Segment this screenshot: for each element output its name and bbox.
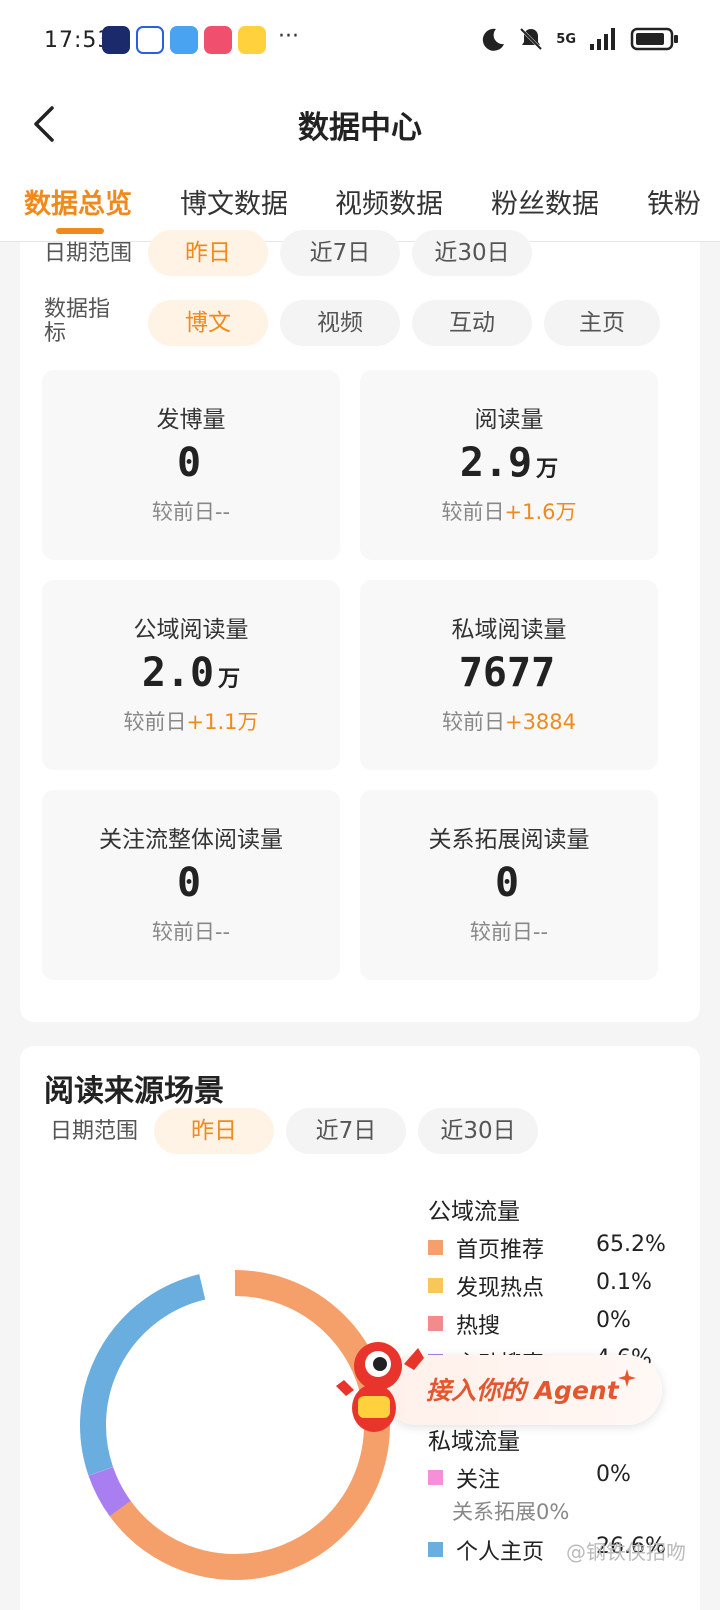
legend-swatch — [428, 1316, 443, 1331]
mute-bell-icon — [520, 27, 543, 51]
stat-compare: 较前日+3884 — [441, 710, 577, 734]
tab-video-data[interactable]: 视频数据 — [335, 182, 443, 221]
signal-icon — [590, 28, 615, 50]
stat-label: 关注流整体阅读量 — [99, 827, 283, 853]
sparkle-icon — [618, 1369, 636, 1387]
date-option-7d[interactable]: 近7日 — [280, 230, 400, 276]
stat-card-public-reads[interactable]: 公域阅读量 2.0 万 较前日+1.1万 — [42, 580, 340, 770]
baidu-icon — [136, 26, 164, 54]
relation-expand-note: 关系拓展0% — [452, 1500, 570, 1524]
section-title: 阅读来源场景 — [44, 1074, 224, 1109]
watermark: @钢铁侠招吻 — [566, 1540, 686, 1564]
stat-value: 0 — [176, 440, 202, 486]
stat-compare: 较前日-- — [469, 920, 549, 944]
legend-swatch — [428, 1470, 443, 1485]
date-range-label: 日期范围 — [44, 241, 133, 266]
nav-header: 数据中心 — [0, 84, 720, 164]
stat-label: 发博量 — [156, 407, 226, 433]
legend-item-discover-hot: 发现热点 0.1% — [428, 1270, 668, 1301]
legend-swatch — [428, 1240, 443, 1255]
date-range-label: 日期范围 — [50, 1119, 139, 1144]
mascot-icon[interactable] — [334, 1336, 430, 1436]
metric-option-interaction[interactable]: 互动 — [412, 300, 532, 346]
stat-compare: 较前日+1.1万 — [123, 710, 259, 734]
metric-option-video[interactable]: 视频 — [280, 300, 400, 346]
legend-swatch — [428, 1278, 443, 1293]
video-app-icon — [204, 26, 232, 54]
date-option-30d[interactable]: 近30日 — [418, 1108, 538, 1154]
more-notifications-icon: ··· — [278, 24, 299, 49]
stat-card-posts[interactable]: 发博量 0 较前日-- — [42, 370, 340, 560]
stat-value: 2.0 万 — [141, 650, 241, 696]
stat-value: 0 — [494, 860, 520, 906]
date-option-yesterday[interactable]: 昨日 — [154, 1108, 274, 1154]
stat-card-reads[interactable]: 阅读量 2.9 万 较前日+1.6万 — [360, 370, 658, 560]
metric-option-posts[interactable]: 博文 — [148, 300, 268, 346]
read-source-card: 阅读来源场景 日期范围 昨日 近7日 近30日 公域流量 首页推荐 65.2% 发… — [20, 1046, 700, 1610]
stat-card-follow-feed-reads[interactable]: 关注流整体阅读量 0 较前日-- — [42, 790, 340, 980]
stat-compare: 较前日-- — [151, 500, 231, 524]
stat-value: 7677 — [458, 650, 556, 696]
battery-icon — [630, 27, 678, 51]
active-tab-indicator — [56, 228, 104, 234]
stat-label: 私域阅读量 — [451, 617, 567, 643]
metric-option-homepage[interactable]: 主页 — [544, 300, 660, 346]
status-indicators: 5G — [480, 26, 680, 52]
stat-compare: 较前日-- — [151, 920, 231, 944]
stat-value: 0 — [176, 860, 202, 906]
app-notification-icon — [102, 26, 130, 54]
moon-icon — [483, 28, 505, 51]
public-traffic-title: 公域流量 — [428, 1199, 520, 1225]
stat-card-relation-reads[interactable]: 关系拓展阅读量 0 较前日-- — [360, 790, 658, 980]
legend-item-homepage-recommend: 首页推荐 65.2% — [428, 1232, 668, 1263]
date-option-30d[interactable]: 近30日 — [412, 230, 532, 276]
tab-iron-fans[interactable]: 铁粉 — [647, 182, 701, 221]
stat-label: 公域阅读量 — [133, 617, 249, 643]
stat-label: 阅读量 — [474, 407, 544, 433]
legend-swatch — [428, 1542, 443, 1557]
weibo-icon — [238, 26, 266, 54]
legend-item-follow: 关注 0% — [428, 1462, 668, 1493]
stat-value: 2.9 万 — [459, 440, 559, 486]
legend-item-hot-search: 热搜 0% — [428, 1308, 668, 1339]
tab-fans-data[interactable]: 粉丝数据 — [491, 182, 599, 221]
date-option-yesterday[interactable]: 昨日 — [148, 230, 268, 276]
tab-post-data[interactable]: 博文数据 — [180, 182, 288, 221]
tab-overview[interactable]: 数据总览 — [24, 182, 132, 221]
stat-card-private-reads[interactable]: 私域阅读量 7677 较前日+3884 — [360, 580, 658, 770]
agent-banner-text: 接入你的 Agent — [426, 1376, 619, 1405]
date-option-7d[interactable]: 近7日 — [286, 1108, 406, 1154]
page-title: 数据中心 — [298, 110, 422, 146]
private-traffic-title: 私域流量 — [428, 1429, 520, 1455]
metric-label: 数据指标 — [44, 297, 111, 346]
stat-label: 关系拓展阅读量 — [428, 827, 590, 853]
status-bar: 17:53 ··· 5G — [0, 0, 720, 84]
stat-compare: 较前日+1.6万 — [441, 500, 577, 524]
network-label: 5G — [556, 31, 576, 47]
overview-card: 日期范围 昨日 近7日 近30日 数据指标 博文 视频 互动 主页 发博量 0 … — [20, 230, 700, 1022]
weather-icon — [170, 26, 198, 54]
